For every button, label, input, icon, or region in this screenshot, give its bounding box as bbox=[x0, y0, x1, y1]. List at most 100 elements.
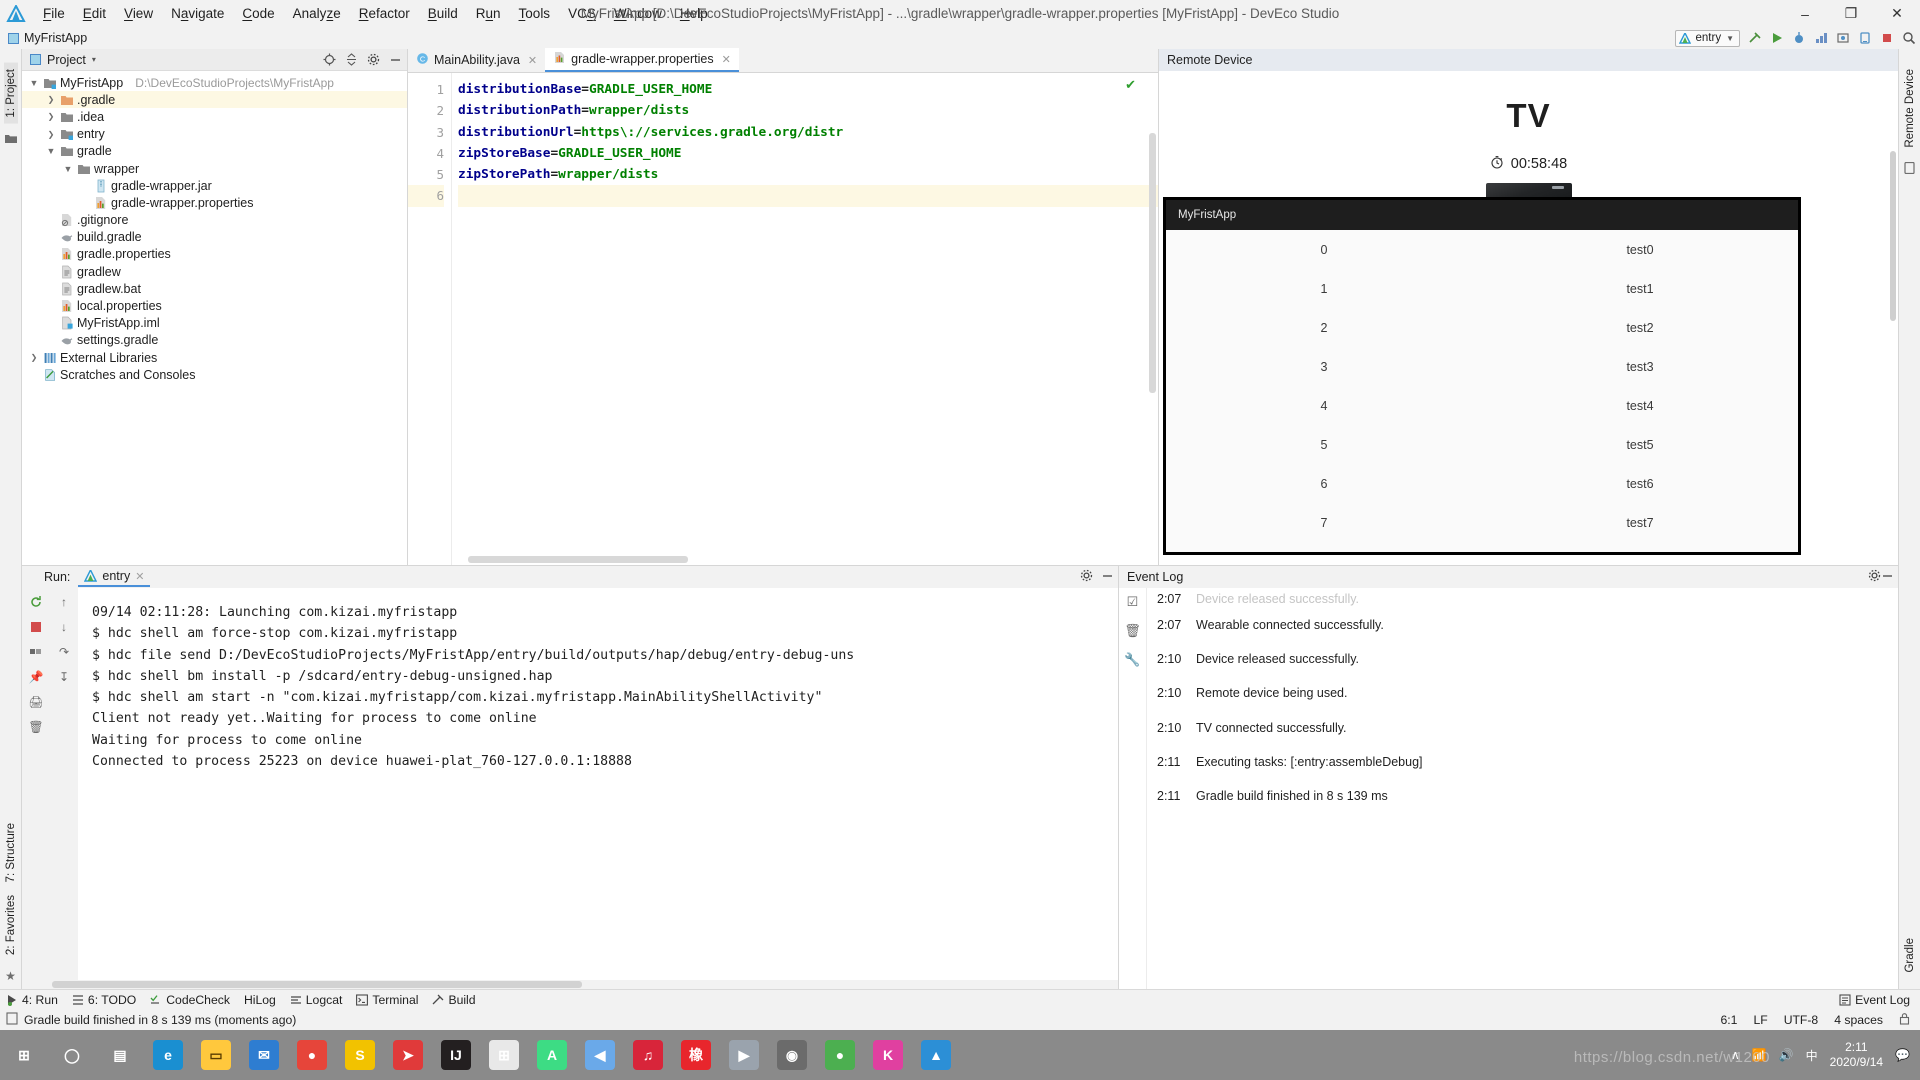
chevron-down-icon[interactable]: ▼ bbox=[28, 78, 40, 88]
indent-setting[interactable]: 4 spaces bbox=[1834, 1013, 1883, 1027]
search-icon[interactable] bbox=[1901, 31, 1916, 46]
close-icon[interactable]: ✕ bbox=[528, 54, 537, 67]
start-button[interactable]: ⊞ bbox=[0, 1030, 48, 1080]
device-list[interactable]: 0test01test12test23test34test45test56tes… bbox=[1166, 230, 1798, 555]
intellij-idea-icon[interactable]: IJ bbox=[432, 1030, 480, 1080]
event-log-row[interactable]: 2:11Executing tasks: [:entry:assembleDeb… bbox=[1147, 745, 1898, 779]
device-list-item[interactable]: 5test5 bbox=[1166, 425, 1798, 464]
device-list-item[interactable]: 6test6 bbox=[1166, 464, 1798, 503]
file-explorer-icon[interactable]: ▭ bbox=[192, 1030, 240, 1080]
menu-file[interactable]: File bbox=[34, 4, 74, 23]
sogou-icon[interactable]: S bbox=[336, 1030, 384, 1080]
media-player-icon[interactable]: ▶ bbox=[720, 1030, 768, 1080]
tree-node-scratches-and-consoles[interactable]: Scratches and Consoles bbox=[22, 366, 407, 383]
event-list[interactable]: 2:07Device released successfully.2:07Wea… bbox=[1147, 588, 1898, 989]
tree-node-gradle-wrapper-jar[interactable]: gradle-wrapper.jar bbox=[22, 177, 407, 194]
tool-button-event-log[interactable]: Event Log bbox=[1839, 993, 1920, 1007]
project-tree[interactable]: ▼MyFristAppD:\DevEcoStudioProjects\MyFri… bbox=[22, 71, 407, 565]
restore-layout-icon[interactable] bbox=[28, 644, 44, 660]
scroll-down-icon[interactable]: ↓ bbox=[56, 619, 72, 635]
stop-icon[interactable] bbox=[28, 619, 44, 635]
device-screen[interactable]: MyFristApp 0test01test12test23test34test… bbox=[1163, 197, 1801, 555]
fork-icon[interactable]: ◀ bbox=[576, 1030, 624, 1080]
hide-icon[interactable] bbox=[1881, 569, 1894, 585]
device-list-item[interactable]: 4test4 bbox=[1166, 386, 1798, 425]
edge-icon[interactable]: e bbox=[144, 1030, 192, 1080]
tree-node-settings-gradle[interactable]: settings.gradle bbox=[22, 332, 407, 349]
menu-run[interactable]: Run bbox=[467, 4, 510, 23]
minimize-button[interactable]: – bbox=[1782, 0, 1828, 27]
android-studio-icon[interactable]: A bbox=[528, 1030, 576, 1080]
settings-icon[interactable] bbox=[365, 52, 381, 68]
event-log-row[interactable]: 2:10TV connected successfully. bbox=[1147, 711, 1898, 745]
code-line[interactable] bbox=[458, 185, 1158, 206]
menu-build[interactable]: Build bbox=[419, 4, 467, 23]
menu-tools[interactable]: Tools bbox=[510, 4, 560, 23]
tool-button-build[interactable]: Build bbox=[432, 993, 475, 1007]
event-log-row[interactable]: 2:11Gradle build finished in 8 s 139 ms bbox=[1147, 779, 1898, 813]
tab-mainability-java[interactable]: C MainAbility.java ✕ bbox=[408, 48, 545, 72]
caret-position[interactable]: 6:1 bbox=[1721, 1013, 1738, 1027]
cortana-search[interactable]: ◯ bbox=[48, 1030, 96, 1080]
device-list-item[interactable]: 0test0 bbox=[1166, 230, 1798, 269]
tool-button-run[interactable]: 4: Run bbox=[6, 993, 58, 1007]
tool-button-terminal[interactable]: Terminal bbox=[356, 993, 418, 1007]
event-log-row[interactable]: 2:07Device released successfully. bbox=[1147, 590, 1898, 608]
close-icon[interactable]: ✕ bbox=[722, 53, 731, 66]
tree-node-myfristapp[interactable]: ▼MyFristAppD:\DevEcoStudioProjects\MyFri… bbox=[22, 74, 407, 91]
rerun-icon[interactable] bbox=[28, 594, 44, 610]
event-log-row[interactable]: 2:10Device released successfully. bbox=[1147, 642, 1898, 676]
menu-help[interactable]: Help bbox=[671, 4, 717, 23]
menu-navigate[interactable]: Navigate bbox=[162, 4, 233, 23]
code-line[interactable]: zipStorePath=wrapper/dists bbox=[458, 164, 1158, 185]
pin-icon[interactable]: 📌 bbox=[28, 669, 44, 685]
sidebar-tab-gradle[interactable]: Gradle bbox=[1903, 932, 1917, 979]
chevron-down-icon[interactable]: ▾ bbox=[92, 55, 96, 64]
breadcrumb[interactable]: MyFristApp bbox=[8, 31, 87, 45]
code-line[interactable]: distributionUrl=https\://services.gradle… bbox=[458, 122, 1158, 143]
xmind-icon[interactable]: ◉ bbox=[768, 1030, 816, 1080]
editor-horizontal-scrollbar[interactable] bbox=[468, 556, 688, 563]
menu-window[interactable]: Window bbox=[605, 4, 671, 23]
tree-node-gradlew-bat[interactable]: gradlew.bat bbox=[22, 280, 407, 297]
sidebar-tab-favorites[interactable]: 2: Favorites bbox=[4, 889, 18, 961]
tree-node-gradle-properties[interactable]: gradle.properties bbox=[22, 246, 407, 263]
settings-icon[interactable] bbox=[1080, 569, 1093, 585]
line-separator[interactable]: LF bbox=[1753, 1013, 1767, 1027]
run-console-horizontal-scrollbar[interactable] bbox=[22, 980, 1118, 989]
chevron-right-icon[interactable]: ❯ bbox=[28, 353, 40, 362]
tree-node-entry[interactable]: ❯entry bbox=[22, 126, 407, 143]
deveco-studio-icon[interactable]: ▲ bbox=[912, 1030, 960, 1080]
device-panel-scrollbar[interactable] bbox=[1890, 151, 1896, 321]
close-icon[interactable]: ✕ bbox=[135, 570, 144, 583]
tree-node-idea[interactable]: ❯.idea bbox=[22, 108, 407, 125]
tab-gradle-wrapper-properties[interactable]: gradle-wrapper.properties ✕ bbox=[545, 48, 739, 72]
code-line[interactable]: zipStoreBase=GRADLE_USER_HOME bbox=[458, 143, 1158, 164]
run-icon[interactable] bbox=[1769, 31, 1784, 46]
collapse-all-icon[interactable] bbox=[343, 52, 359, 68]
menu-refactor[interactable]: Refactor bbox=[350, 4, 419, 23]
locate-icon[interactable] bbox=[321, 52, 337, 68]
profile-icon[interactable] bbox=[1813, 31, 1828, 46]
hide-icon[interactable] bbox=[1101, 569, 1114, 585]
netease-music-icon[interactable]: ♫ bbox=[624, 1030, 672, 1080]
chevron-right-icon[interactable]: ❯ bbox=[45, 112, 57, 121]
event-log-row[interactable]: 2:07Wearable connected successfully. bbox=[1147, 608, 1898, 642]
taskbar-clock[interactable]: 2:11 2020/9/14 bbox=[1830, 1040, 1883, 1070]
tree-node-local-properties[interactable]: local.properties bbox=[22, 297, 407, 314]
sidebar-tab-structure[interactable]: 7: Structure bbox=[4, 817, 18, 888]
tree-node-gradlew[interactable]: gradlew bbox=[22, 263, 407, 280]
task-view[interactable]: ▤ bbox=[96, 1030, 144, 1080]
mail-icon[interactable]: ✉ bbox=[240, 1030, 288, 1080]
device-list-item[interactable]: 8test8 bbox=[1166, 542, 1798, 555]
tree-node-wrapper[interactable]: ▼wrapper bbox=[22, 160, 407, 177]
chrome-icon[interactable]: ● bbox=[288, 1030, 336, 1080]
menu-code[interactable]: Code bbox=[233, 4, 283, 23]
editor-vertical-scrollbar[interactable] bbox=[1149, 133, 1156, 393]
device-manager-icon[interactable] bbox=[1857, 31, 1872, 46]
notification-center-icon[interactable]: 💬 bbox=[1895, 1048, 1910, 1062]
stop-icon[interactable] bbox=[1879, 31, 1894, 46]
wechat-icon[interactable]: ● bbox=[816, 1030, 864, 1080]
microsoft-store-icon[interactable]: ⊞ bbox=[480, 1030, 528, 1080]
file-encoding[interactable]: UTF-8 bbox=[1784, 1013, 1819, 1027]
